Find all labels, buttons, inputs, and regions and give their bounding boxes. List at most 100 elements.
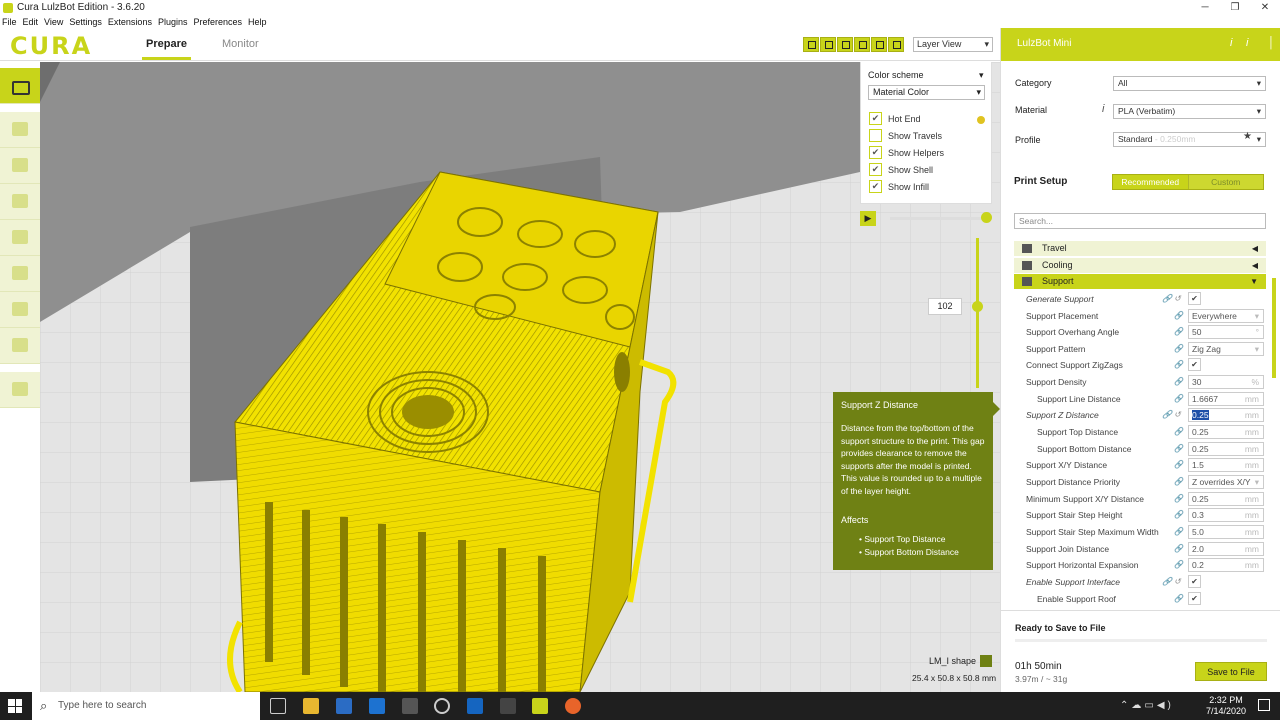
layer-slider-handle[interactable] xyxy=(972,301,983,312)
support-bottom-distance-input[interactable]: 0.25 mm xyxy=(1188,442,1264,456)
generate-support-checkbox[interactable]: ✔ xyxy=(1188,292,1201,305)
category-travel[interactable]: Travel ◀ xyxy=(1014,241,1266,256)
option-show-helpers[interactable]: ✔ Show Helpers xyxy=(869,146,944,159)
hot-end-checkbox[interactable]: ✔ xyxy=(869,112,882,125)
link-icon[interactable]: 🔗 xyxy=(1174,557,1184,573)
support-placement-select[interactable]: Everywhere ▾ xyxy=(1188,309,1264,323)
link-icon[interactable]: 🔗 xyxy=(1174,308,1184,324)
show-helpers-checkbox[interactable]: ✔ xyxy=(869,146,882,159)
view-left-icon[interactable] xyxy=(854,37,870,52)
settings-search-input[interactable]: Search... xyxy=(1014,213,1266,229)
menu-settings[interactable]: Settings xyxy=(69,17,102,27)
layer-path-slider-handle[interactable] xyxy=(981,212,992,223)
stairs-tool-icon[interactable] xyxy=(0,328,40,364)
support-line-distance-input[interactable]: 1.6667 mm xyxy=(1188,392,1264,406)
enable-support-roof-checkbox[interactable]: ✔ xyxy=(1188,592,1201,605)
option-show-infill[interactable]: ✔ Show Infill xyxy=(869,180,929,193)
stair-step-height-input[interactable]: 0.3 mm xyxy=(1188,508,1264,522)
play-icon[interactable]: ▶ xyxy=(860,211,876,226)
material-select[interactable]: PLA (Verbatim) xyxy=(1113,104,1266,119)
link-icon[interactable]: 🔗 xyxy=(1174,441,1184,457)
layer-slider[interactable] xyxy=(976,238,979,388)
enable-support-interface-checkbox[interactable]: ✔ xyxy=(1188,575,1201,588)
link-icon[interactable]: 🔗 xyxy=(1174,524,1184,540)
support-pattern-select[interactable]: Zig Zag ▾ xyxy=(1188,342,1264,356)
link-icon[interactable]: 🔗 xyxy=(1162,574,1172,590)
connect-zigzags-checkbox[interactable]: ✔ xyxy=(1188,358,1201,371)
option-hot-end[interactable]: ✔ Hot End xyxy=(869,112,921,125)
task-view-icon[interactable] xyxy=(270,698,286,714)
support-top-distance-input[interactable]: 0.25 mm xyxy=(1188,425,1264,439)
support-z-distance-input[interactable]: 0.25 mm xyxy=(1188,408,1264,422)
category-select[interactable]: All xyxy=(1113,76,1266,91)
mail-icon[interactable] xyxy=(369,698,385,714)
maximize-button[interactable]: ❐ xyxy=(1220,0,1250,15)
notification-icon[interactable] xyxy=(1258,699,1270,711)
menu-plugins[interactable]: Plugins xyxy=(158,17,188,27)
distance-priority-select[interactable]: Z overrides X/Y ▾ xyxy=(1188,475,1264,489)
store-icon[interactable] xyxy=(336,698,352,714)
link-icon[interactable]: 🔗 xyxy=(1162,407,1172,423)
link-icon[interactable]: 🔗 xyxy=(1174,391,1184,407)
outlook-icon[interactable] xyxy=(467,698,483,714)
support-xy-distance-input[interactable]: 1.5 mm xyxy=(1188,458,1264,472)
link-icon[interactable]: 🔗 xyxy=(1174,424,1184,440)
horizontal-expansion-input[interactable]: 0.2 mm xyxy=(1188,558,1264,572)
minimize-button[interactable]: ─ xyxy=(1190,0,1220,15)
per-model-settings-icon[interactable] xyxy=(0,256,40,292)
move-tool-icon[interactable] xyxy=(0,112,40,148)
windows-start-icon[interactable] xyxy=(8,699,22,713)
link-icon[interactable]: 🔗 xyxy=(1174,507,1184,523)
firefox-icon[interactable] xyxy=(565,698,581,714)
support-blocker-icon[interactable] xyxy=(0,292,40,328)
current-layer-input[interactable]: 102 xyxy=(928,298,962,315)
taskbar-search-input[interactable]: Type here to search xyxy=(32,692,260,720)
scale-tool-icon[interactable] xyxy=(0,148,40,184)
edit-object-icon[interactable] xyxy=(980,655,992,667)
view-front-icon[interactable] xyxy=(820,37,836,52)
menu-help[interactable]: Help xyxy=(248,17,267,27)
reset-icon[interactable]: ↺ xyxy=(1174,574,1181,590)
option-show-shell[interactable]: ✔ Show Shell xyxy=(869,163,933,176)
info-icon[interactable]: i xyxy=(1246,37,1248,49)
color-scheme-select[interactable]: Material Color xyxy=(868,85,985,100)
reset-icon[interactable]: ↺ xyxy=(1174,407,1181,423)
link-icon[interactable]: 🔗 xyxy=(1174,374,1184,390)
link-icon[interactable]: 🔗 xyxy=(1174,341,1184,357)
3d-viewport[interactable] xyxy=(40,62,1000,692)
menu-edit[interactable]: Edit xyxy=(23,17,39,27)
info-icon[interactable]: i xyxy=(1230,37,1232,49)
menu-view[interactable]: View xyxy=(44,17,63,27)
file-explorer-icon[interactable] xyxy=(303,698,319,714)
cura-taskbar-icon[interactable] xyxy=(532,698,548,714)
color-scheme-label[interactable]: Color scheme xyxy=(868,70,983,81)
join-distance-input[interactable]: 2.0 mm xyxy=(1188,542,1264,556)
link-icon[interactable]: 🔗 xyxy=(1174,457,1184,473)
overhang-angle-input[interactable]: 50 ° xyxy=(1188,325,1264,339)
tab-monitor[interactable]: Monitor xyxy=(222,38,259,50)
cad-app-icon[interactable] xyxy=(500,698,516,714)
show-travels-checkbox[interactable] xyxy=(869,129,882,142)
link-icon[interactable]: 🔗 xyxy=(1174,357,1184,373)
option-show-travels[interactable]: Show Travels xyxy=(869,129,942,142)
show-shell-checkbox[interactable]: ✔ xyxy=(869,163,882,176)
recommended-mode-button[interactable]: Recommended xyxy=(1113,175,1188,189)
category-cooling[interactable]: Cooling ◀ xyxy=(1014,258,1266,273)
chrome-icon[interactable] xyxy=(434,698,450,714)
custom-mode-button[interactable]: Custom xyxy=(1187,175,1263,189)
link-icon[interactable]: 🔗 xyxy=(1162,291,1172,307)
view-mode-select[interactable]: Layer View xyxy=(913,37,993,52)
menu-preferences[interactable]: Preferences xyxy=(193,17,242,27)
link-icon[interactable]: 🔗 xyxy=(1174,474,1184,490)
rotate-tool-icon[interactable] xyxy=(0,184,40,220)
mirror-tool-icon[interactable] xyxy=(0,220,40,256)
material-info-icon[interactable]: i xyxy=(1102,103,1104,115)
settings-scrollbar[interactable] xyxy=(1272,278,1276,378)
layer-path-slider[interactable] xyxy=(890,217,986,220)
support-density-input[interactable]: 30% xyxy=(1188,375,1264,389)
link-icon[interactable]: 🔗 xyxy=(1174,491,1184,507)
clock[interactable]: 2:32 PM 7/14/2020 xyxy=(1206,695,1246,717)
reset-icon[interactable]: ↺ xyxy=(1174,291,1181,307)
view-3d-icon[interactable] xyxy=(803,37,819,52)
favorite-star-icon[interactable]: ★ xyxy=(1243,131,1252,142)
